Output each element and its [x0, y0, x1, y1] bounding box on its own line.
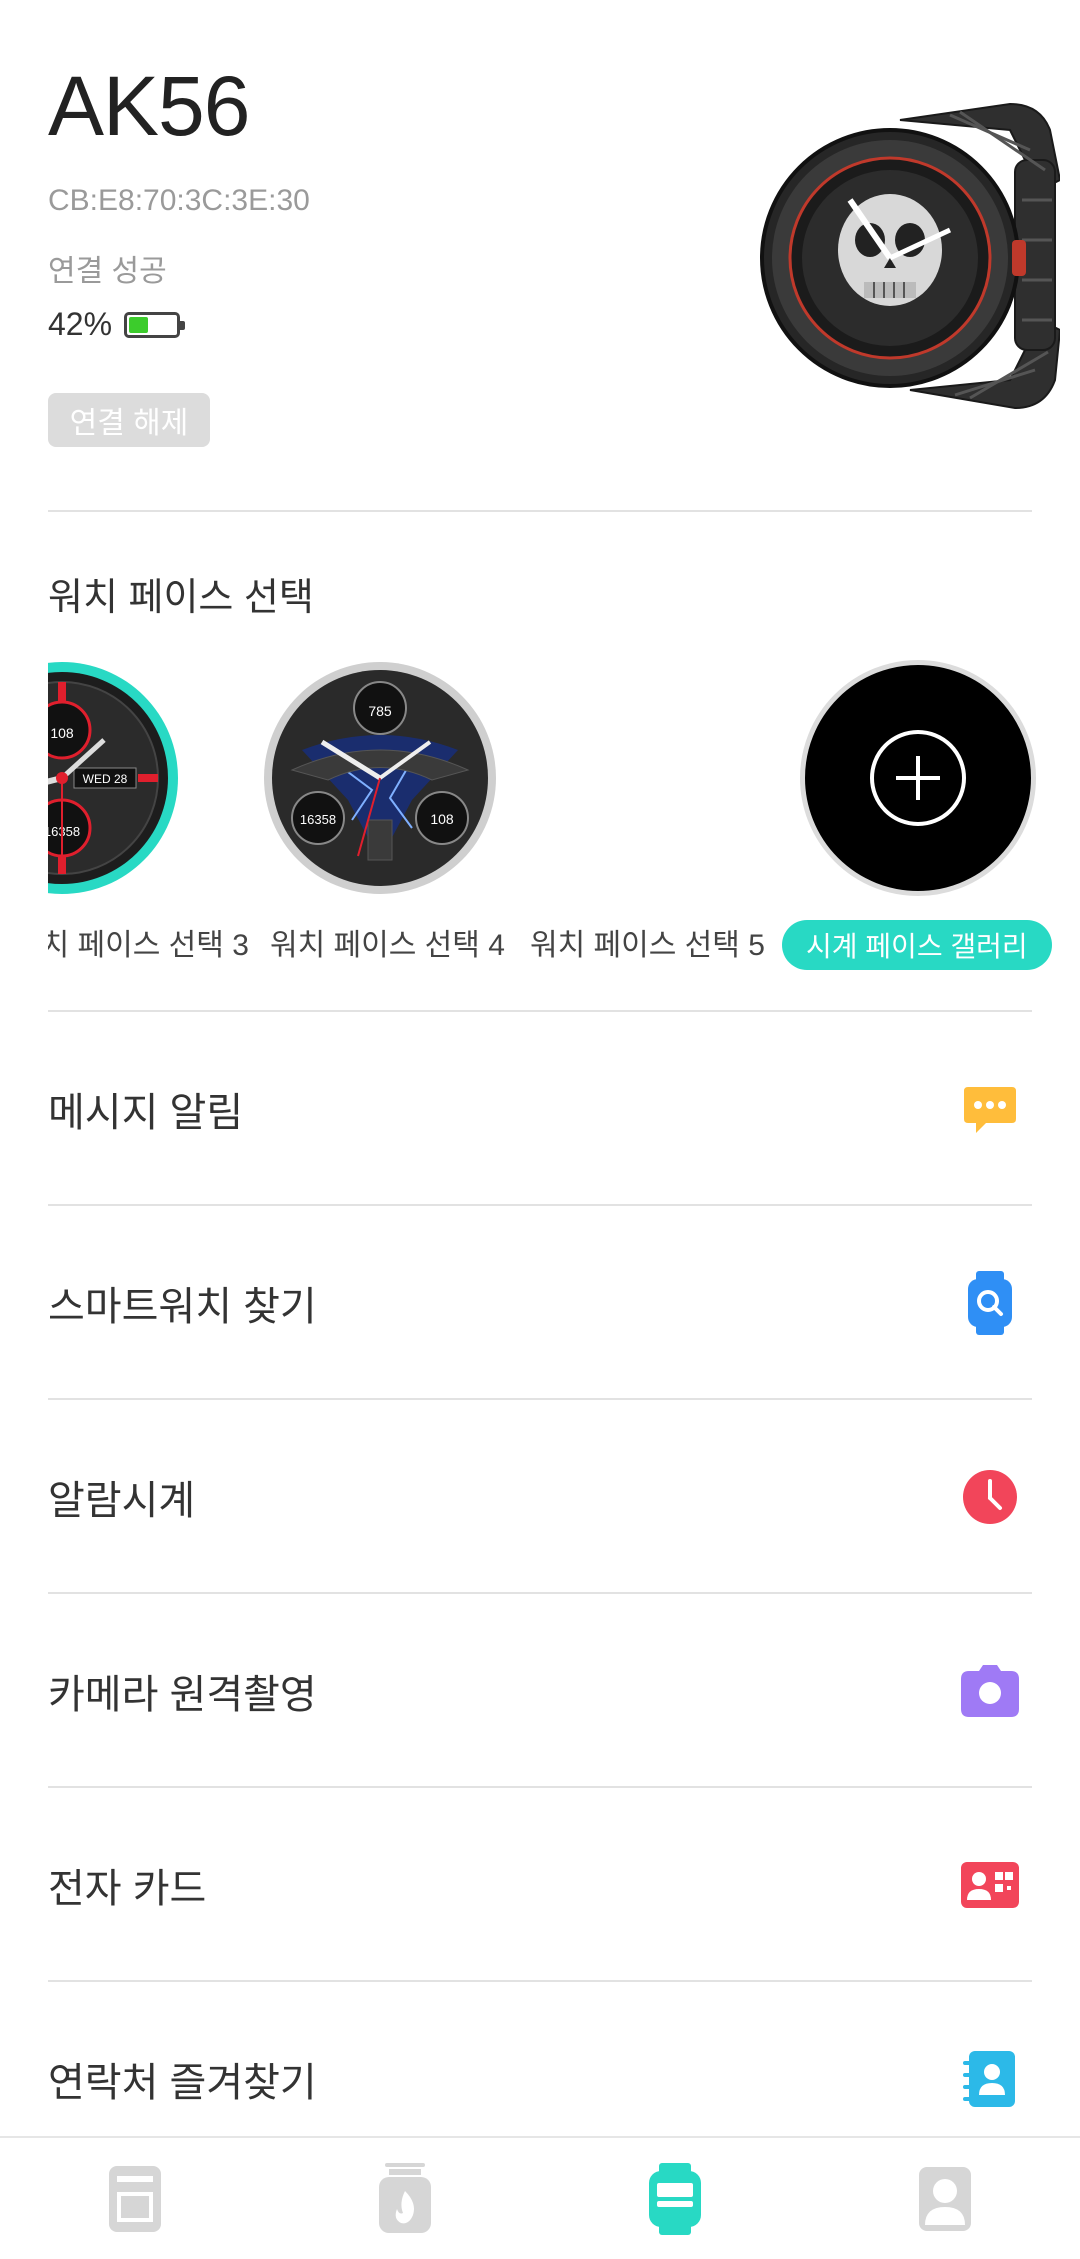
menu-item-label: 스마트워치 찾기	[48, 1285, 317, 1329]
face-4-heart-rate: 108	[430, 811, 454, 827]
plus-circle-icon	[870, 730, 966, 826]
watch-icon	[649, 2162, 701, 2235]
menu-item-label: 메시지 알림	[48, 1091, 244, 1135]
battery-icon	[124, 311, 186, 338]
menu-item-alarm-clock[interactable]: 알람시계	[48, 1400, 1032, 1594]
watch-face-3-label[interactable]: 워치 페이스 선택 3	[48, 920, 249, 964]
face-3-date: WED 28	[83, 772, 128, 786]
menu-item-electronic-card[interactable]: 전자 카드	[48, 1788, 1032, 1982]
tab-device[interactable]	[615, 2149, 735, 2249]
tab-dashboard[interactable]	[75, 2149, 195, 2249]
menu-item-label: 전자 카드	[48, 1867, 207, 1911]
menu-item-label: 카메라 원격촬영	[48, 1673, 317, 1717]
device-mac-address: CB:E8:70:3C:3E:30	[48, 184, 310, 217]
divider	[48, 510, 1032, 512]
menu-item-label: 연락처 즐겨찾기	[48, 2061, 317, 2105]
face-4-calories: 785	[368, 703, 392, 719]
watch-face-carousel[interactable]: 108 WED 28 16358 워치 페이스 선택 3 785 16358 1…	[48, 650, 1080, 980]
face-4-steps: 16358	[300, 812, 336, 827]
watch-face-section-title: 워치 페이스 선택	[48, 577, 314, 619]
message-icon	[958, 1077, 1022, 1141]
watch-face-gallery-button[interactable]: 시계 페이스 갤러리	[782, 920, 1052, 970]
battery-percent: 42%	[48, 306, 113, 342]
device-name: AK56	[48, 59, 250, 153]
connection-status: 연결 성공	[48, 255, 167, 288]
card-icon	[958, 1853, 1022, 1917]
dashboard-icon	[109, 2165, 161, 2232]
menu-item-label: 알람시계	[48, 1479, 196, 1523]
bottom-tab-bar	[0, 2136, 1080, 2259]
watch-face-3-thumbnail[interactable]: 108 WED 28 16358	[48, 660, 180, 896]
battery-status: 42%	[48, 306, 186, 343]
tab-activity[interactable]	[345, 2149, 465, 2249]
watch-face-5-label[interactable]: 워치 페이스 선택 5	[530, 920, 765, 964]
find-watch-icon	[958, 1271, 1022, 1335]
profile-icon	[919, 2166, 971, 2231]
menu-item-find-smartwatch[interactable]: 스마트워치 찾기	[48, 1206, 1032, 1400]
disconnect-button[interactable]: 연결 해제	[48, 393, 210, 447]
face-3-steps: 16358	[48, 824, 80, 839]
watch-face-gallery-add-button[interactable]	[800, 660, 1036, 896]
contacts-icon	[958, 2047, 1022, 2111]
watch-face-4-label[interactable]: 워치 페이스 선택 4	[270, 920, 505, 964]
menu-item-message-notifications[interactable]: 메시지 알림	[48, 1012, 1032, 1206]
face-3-heart-rate: 108	[50, 725, 74, 741]
camera-icon	[958, 1659, 1022, 1723]
watch-face-4-thumbnail[interactable]: 785 16358 108	[262, 660, 498, 896]
tab-profile[interactable]	[885, 2149, 1005, 2249]
flame-icon	[379, 2162, 431, 2233]
watch-product-image	[760, 102, 1060, 410]
alarm-clock-icon	[958, 1465, 1022, 1529]
menu-item-remote-camera[interactable]: 카메라 원격촬영	[48, 1594, 1032, 1788]
